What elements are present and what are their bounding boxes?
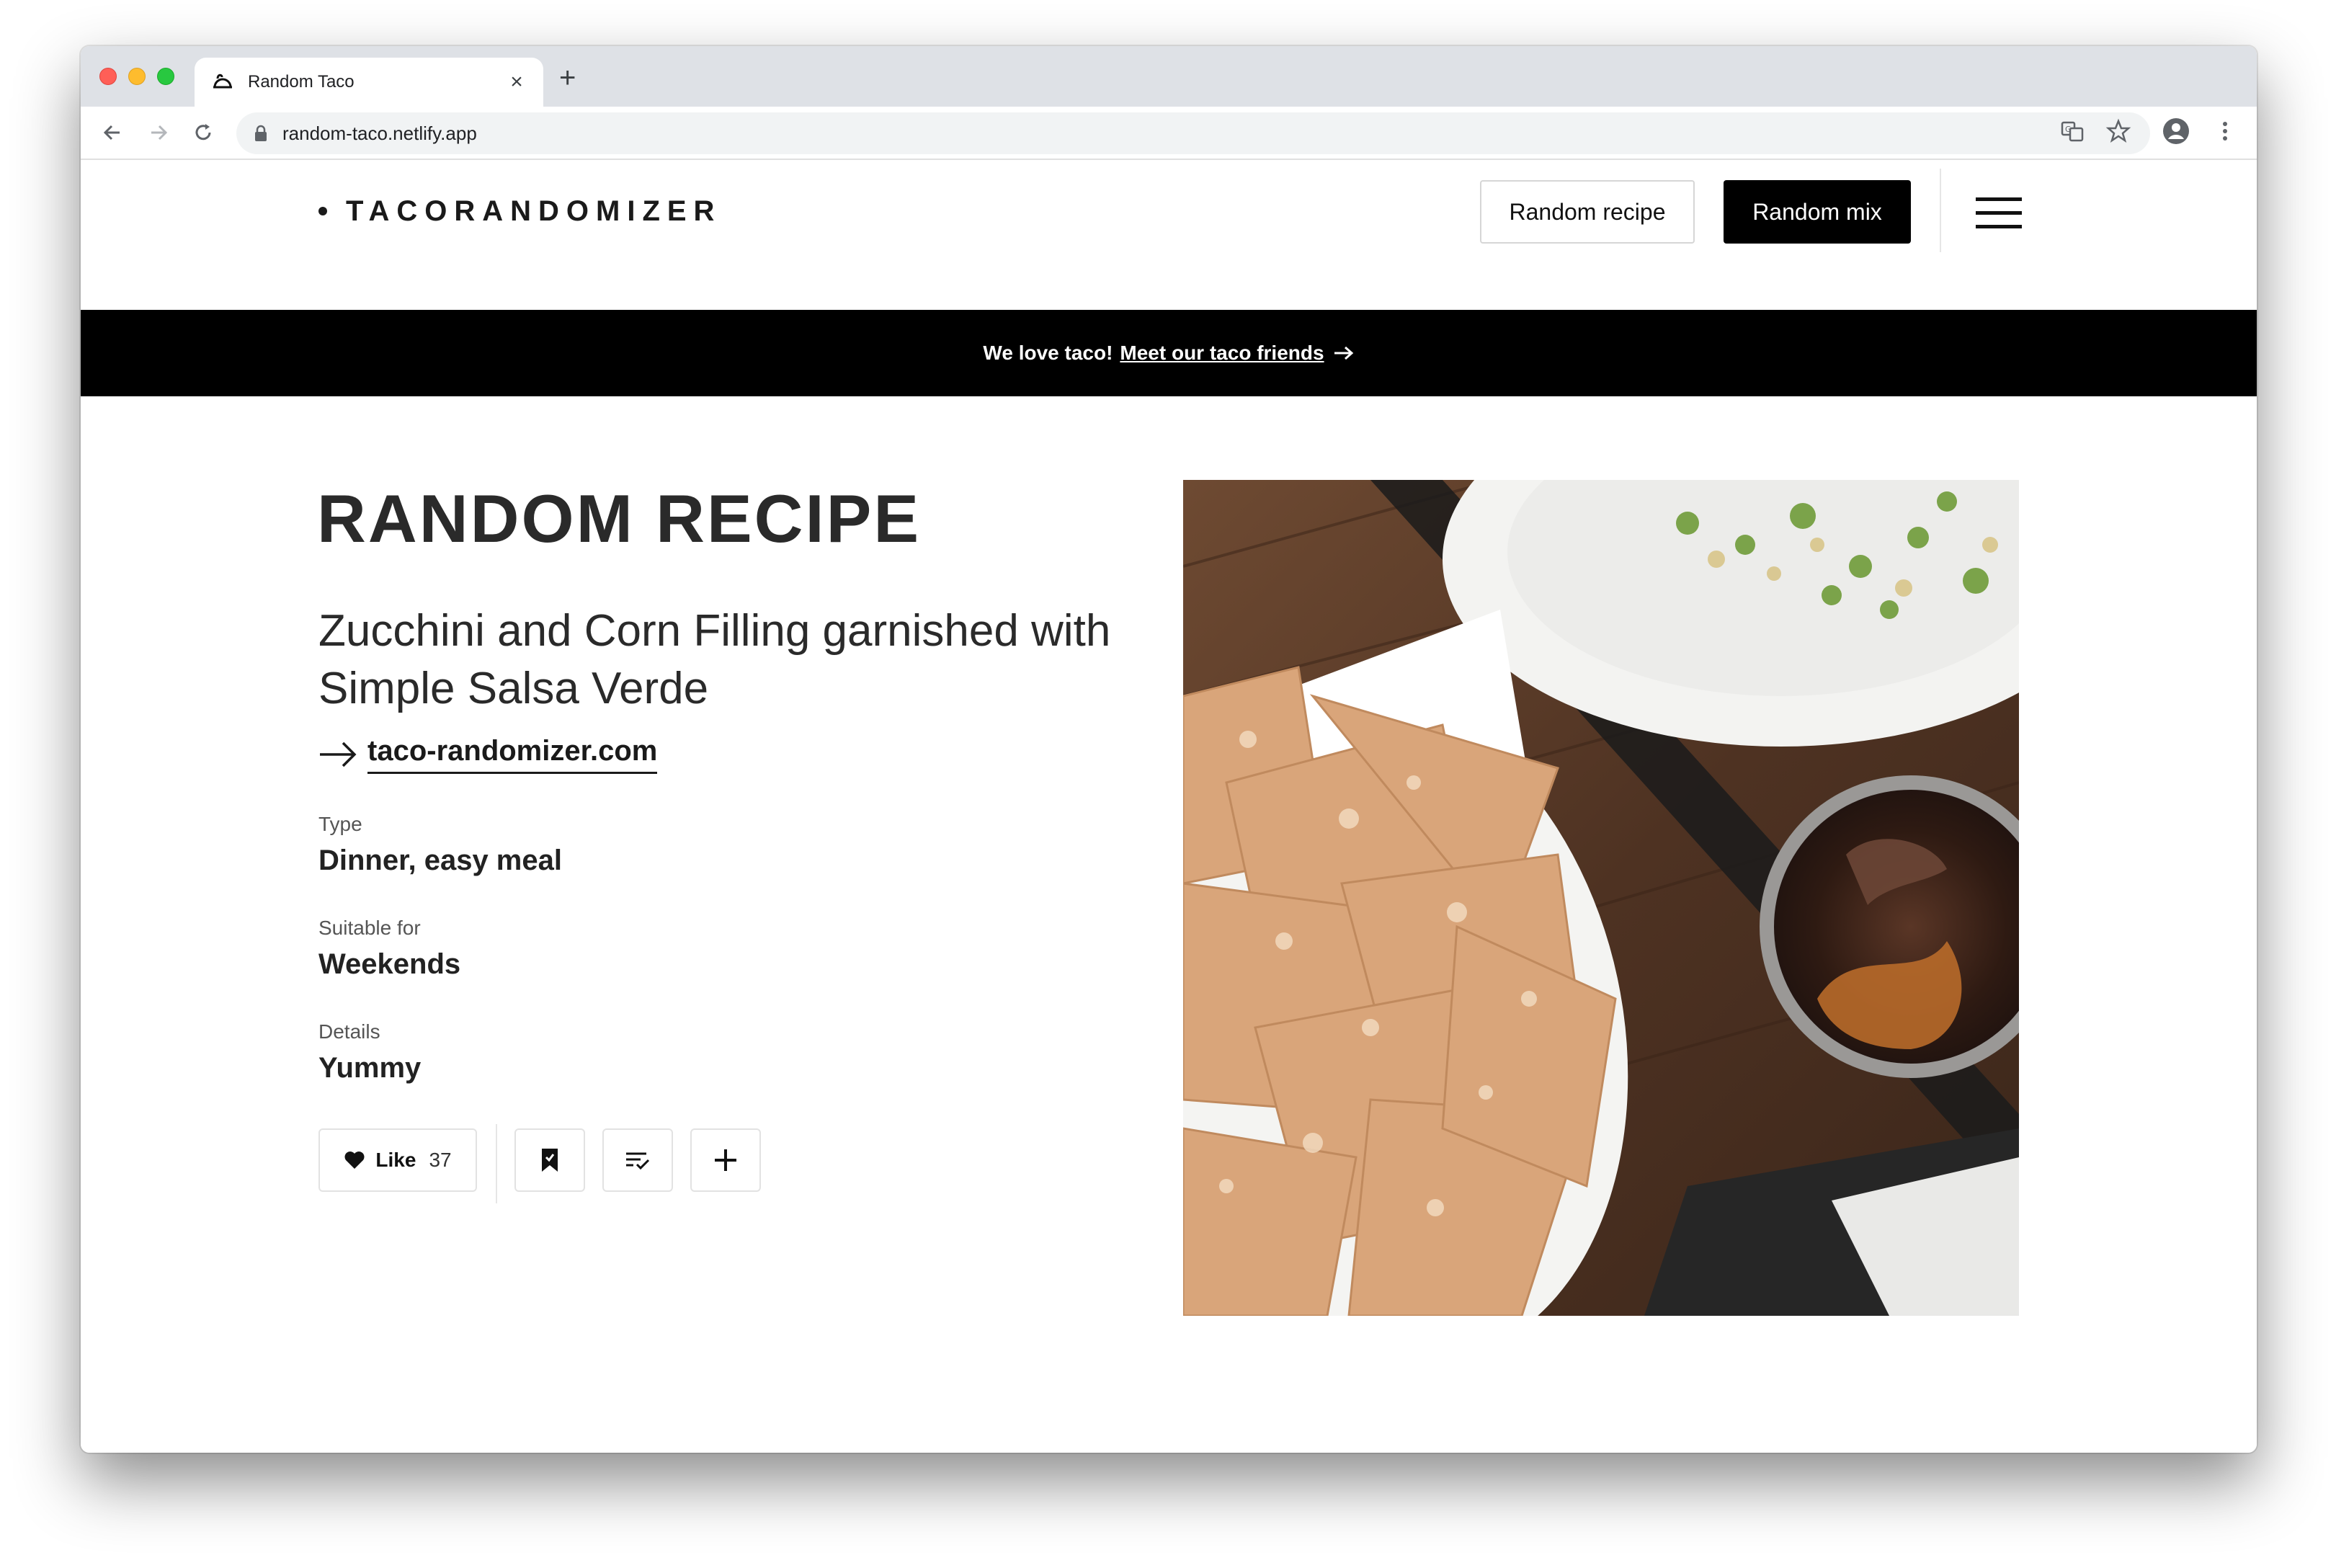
recipe-photo [1183,480,2019,1316]
bookmark-button[interactable] [514,1128,585,1192]
heart-icon [344,1152,365,1169]
meta-label-suitable-for: Suitable for [318,917,421,939]
close-window-button[interactable] [99,68,117,85]
tab-title: Random Taco [248,72,355,92]
bookmark-star-icon[interactable] [2104,117,2133,146]
profile-avatar-icon[interactable] [2162,117,2190,146]
translate-icon[interactable]: G [2058,117,2087,146]
forward-arrow-icon[interactable] [146,120,171,146]
hamburger-menu-icon[interactable] [1976,197,2022,229]
random-recipe-button[interactable]: Random recipe [1480,180,1695,244]
arrow-right-icon [1334,346,1353,360]
tab-close-icon[interactable]: × [506,71,527,93]
reload-icon[interactable] [190,120,216,146]
random-mix-button[interactable]: Random mix [1724,180,1911,244]
actions-divider [496,1124,497,1203]
url-text: random-taco.netlify.app [282,122,477,144]
plus-icon [715,1149,736,1171]
meta-value-suitable-for: Weekends [318,948,461,980]
site-header: TACORANDOMIZER Random recipe Random mix [81,160,2257,261]
minimize-window-button[interactable] [128,68,146,85]
web-page: TACORANDOMIZER Random recipe Random mix … [81,160,2257,1453]
like-label: Like [375,1149,416,1171]
logo-text: TACORANDOMIZER [346,195,722,227]
recipe-name: Zucchini and Corn Filling garnished with… [318,606,1111,713]
meta-value-details: Yummy [318,1052,422,1084]
taco-favicon-icon [213,74,232,89]
back-arrow-icon[interactable] [99,120,125,146]
meta-label-type: Type [318,813,362,835]
page-title: RANDOM RECIPE [317,481,922,556]
site-logo[interactable]: TACORANDOMIZER [318,193,721,229]
like-count: 37 [429,1149,452,1171]
logo-dot [318,207,327,215]
maximize-window-button[interactable] [157,68,174,85]
address-bar[interactable]: random-taco.netlify.app [236,112,2150,154]
banner-link[interactable]: Meet our taco friends [1120,342,1324,365]
playlist-check-icon [626,1152,650,1170]
browser-menu-icon[interactable] [2211,117,2239,146]
banner-text: We love taco! [983,342,1113,364]
bookmark-icon [542,1149,558,1172]
browser-toolbar: random-taco.netlify.app G [81,107,2257,160]
like-button[interactable]: Like 37 [318,1128,477,1192]
announcement-banner: We love taco! Meet our taco friends [81,310,2257,396]
arrow-right-icon [320,741,357,767]
recipe-source-link[interactable]: taco-randomizer.com [318,735,658,774]
svg-text:G: G [2065,125,2072,134]
header-divider [1940,169,1941,252]
add-to-list-button[interactable] [602,1128,673,1192]
browser-window: Random Taco × + random-taco.netlify.app … [81,46,2257,1453]
lock-icon [255,125,267,141]
screenshot-backdrop: Random Taco × + random-taco.netlify.app … [0,0,2336,1568]
meta-value-type: Dinner, easy meal [318,845,562,876]
browser-tab-active[interactable]: Random Taco × [195,58,543,107]
tab-strip: Random Taco × + [81,46,2257,107]
meta-label-details: Details [318,1020,380,1043]
add-button[interactable] [690,1128,761,1192]
recipe-source-text: taco-randomizer.com [367,735,658,774]
new-tab-icon[interactable]: + [559,63,576,92]
